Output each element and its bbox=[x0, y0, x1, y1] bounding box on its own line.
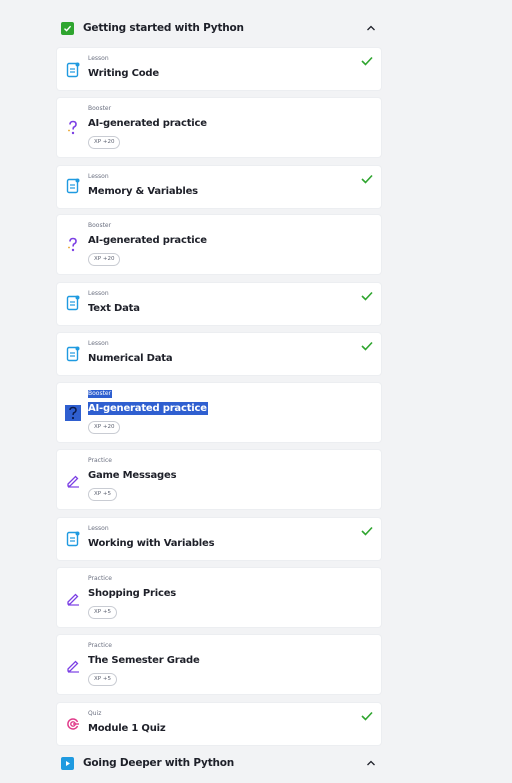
practice-icon bbox=[67, 660, 79, 673]
list-item-shopping-prices[interactable]: Practice Shopping Prices XP +5 bbox=[57, 568, 381, 627]
list-item-ai-practice-selected[interactable]: Booster AI-generated practice XP +20 bbox=[57, 383, 381, 442]
list-item-semester-grade[interactable]: Practice The Semester Grade XP +5 bbox=[57, 635, 381, 694]
item-title: Game Messages bbox=[88, 470, 177, 481]
item-title: Working with Variables bbox=[88, 538, 215, 549]
practice-icon bbox=[67, 593, 79, 606]
list-item-text-data[interactable]: Lesson Text Data bbox=[57, 283, 381, 325]
item-kind: Booster bbox=[88, 390, 113, 398]
item-kind: Lesson bbox=[88, 290, 109, 297]
list-item-writing-code[interactable]: Lesson Writing Code bbox=[57, 48, 381, 90]
item-title: Shopping Prices bbox=[88, 588, 177, 599]
lesson-icon bbox=[66, 531, 80, 547]
item-title: Module 1 Quiz bbox=[88, 723, 166, 734]
question-icon bbox=[68, 120, 77, 135]
xp-badge: XP +20 bbox=[88, 421, 121, 434]
xp-badge: XP +5 bbox=[88, 673, 117, 686]
lesson-icon bbox=[66, 62, 80, 78]
section-header-going-deeper[interactable]: Going Deeper with Python bbox=[57, 748, 381, 778]
list-item-ai-practice[interactable]: Booster AI-generated practice XP +20 bbox=[57, 98, 381, 157]
item-title: The Semester Grade bbox=[88, 655, 200, 666]
item-title: AI-generated practice bbox=[88, 235, 207, 246]
item-kind: Practice bbox=[88, 457, 112, 464]
list-item-ai-practice[interactable]: Booster AI-generated practice XP +20 bbox=[57, 215, 381, 274]
list-item-game-messages[interactable]: Practice Game Messages XP +5 bbox=[57, 450, 381, 509]
item-kind: Lesson bbox=[88, 525, 109, 532]
check-icon bbox=[361, 56, 373, 66]
item-kind: Booster bbox=[88, 105, 112, 112]
check-icon bbox=[361, 174, 373, 184]
play-icon bbox=[61, 756, 74, 770]
chevron-up-icon[interactable] bbox=[365, 22, 377, 34]
lesson-icon bbox=[66, 295, 80, 311]
quiz-icon bbox=[67, 718, 79, 730]
chevron-up-icon[interactable] bbox=[365, 757, 377, 769]
list-item-module-1-quiz[interactable]: Quiz Module 1 Quiz bbox=[57, 703, 381, 745]
lesson-icon bbox=[66, 346, 80, 362]
item-kind: Lesson bbox=[88, 55, 109, 62]
item-title: Numerical Data bbox=[88, 353, 173, 364]
check-icon bbox=[361, 291, 373, 301]
question-icon bbox=[65, 405, 81, 421]
item-kind: Lesson bbox=[88, 173, 109, 180]
item-title: Writing Code bbox=[88, 68, 159, 79]
xp-badge: XP +20 bbox=[88, 136, 121, 149]
item-kind: Practice bbox=[88, 642, 112, 649]
item-kind: Quiz bbox=[88, 710, 102, 717]
item-title: AI-generated practice bbox=[88, 118, 207, 129]
item-title: Text Data bbox=[88, 303, 140, 314]
item-kind: Practice bbox=[88, 575, 112, 582]
xp-badge: XP +5 bbox=[88, 488, 117, 501]
check-icon bbox=[361, 711, 373, 721]
item-kind: Booster bbox=[88, 222, 112, 229]
lesson-icon bbox=[66, 178, 80, 194]
item-title: AI-generated practice bbox=[88, 402, 208, 415]
practice-icon bbox=[67, 475, 79, 488]
checkbox-checked-icon bbox=[61, 21, 74, 35]
question-icon bbox=[68, 237, 77, 252]
check-icon bbox=[361, 341, 373, 351]
item-title: Memory & Variables bbox=[88, 186, 198, 197]
xp-badge: XP +20 bbox=[88, 253, 121, 266]
section-title: Getting started with Python bbox=[83, 22, 244, 34]
section-title: Going Deeper with Python bbox=[83, 757, 235, 769]
list-item-numerical-data[interactable]: Lesson Numerical Data bbox=[57, 333, 381, 375]
item-kind: Lesson bbox=[88, 340, 109, 347]
xp-badge: XP +5 bbox=[88, 606, 117, 619]
check-icon bbox=[361, 526, 373, 536]
list-item-working-with-variables[interactable]: Lesson Working with Variables bbox=[57, 518, 381, 560]
section-header-getting-started[interactable]: Getting started with Python bbox=[57, 13, 381, 43]
list-item-memory-variables[interactable]: Lesson Memory & Variables bbox=[57, 166, 381, 208]
